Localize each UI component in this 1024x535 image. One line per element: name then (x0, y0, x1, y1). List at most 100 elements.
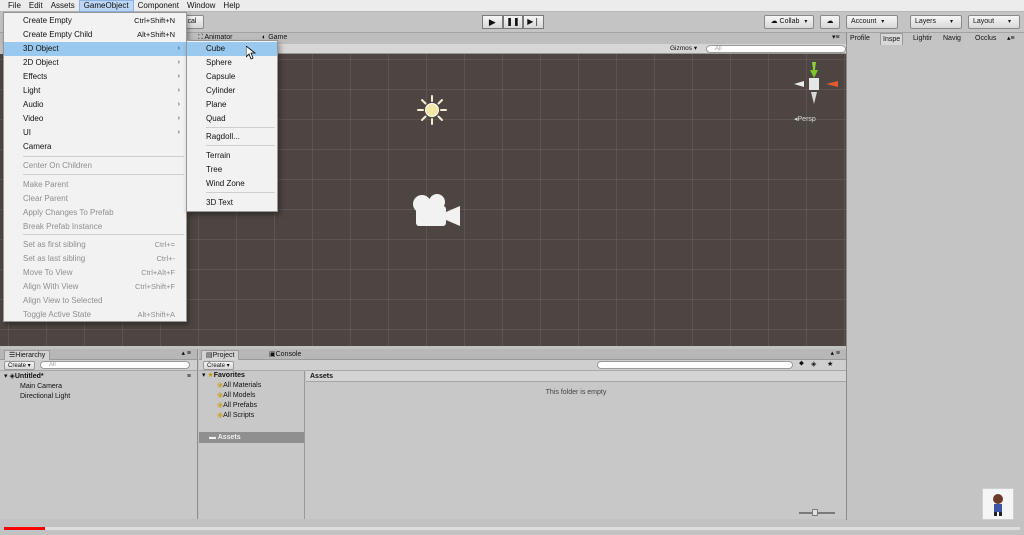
project-search-input[interactable] (597, 361, 793, 369)
play-button[interactable]: ▶ (482, 15, 503, 29)
menu-item-clear-parent[interactable]: Clear Parent (4, 192, 186, 206)
panel-lock-icon[interactable]: ▴≡ (1007, 33, 1015, 44)
filter-by-label-icon[interactable]: ◈ (811, 360, 816, 368)
tab-navigation[interactable]: Navig (943, 33, 961, 44)
menu-item-center-on-children[interactable]: Center On Children (4, 159, 186, 173)
camera-gizmo-icon[interactable] (408, 192, 462, 232)
favorites-header[interactable]: ▾ ★Favorites (199, 371, 304, 381)
menu-item-plane[interactable]: Plane (187, 98, 277, 112)
menu-item-effects[interactable]: Effects › (4, 70, 186, 84)
filter-by-type-icon[interactable]: ⬥ (799, 360, 804, 368)
menu-item-audio[interactable]: Audio › (4, 98, 186, 112)
account-label: Account (851, 18, 877, 25)
tab-inspector[interactable]: Inspe (880, 33, 904, 45)
layout-dropdown[interactable]: Layout ▾ (968, 15, 1020, 29)
menu-item-cube[interactable]: Cube (187, 42, 277, 56)
menu-item-align-view-to-selected[interactable]: Align View to Selected (4, 294, 186, 308)
menu-item-capsule[interactable]: Capsule (187, 70, 277, 84)
menu-window[interactable]: Window (183, 0, 219, 12)
menu-item-create-empty[interactable]: Create Empty Ctrl+Shift+N (4, 14, 186, 28)
menu-edit[interactable]: Edit (25, 0, 47, 12)
panel-lock-icon[interactable]: ▴ ≡ (830, 349, 840, 357)
favorites-item[interactable]: ◉All Prefabs (199, 401, 304, 411)
menu-gameobject[interactable]: GameObject (78, 0, 134, 12)
menu-item-light[interactable]: Light › (4, 84, 186, 98)
channel-logo (982, 488, 1014, 520)
hierarchy-create-button[interactable]: Create ▾ (4, 361, 35, 370)
step-button[interactable]: ▶❘ (523, 15, 545, 29)
scene-search-input[interactable]: All (706, 45, 846, 53)
chevron-down-icon: ▾ (1008, 19, 1012, 25)
video-progress-track[interactable] (4, 527, 1020, 530)
menu-item-video[interactable]: Video › (4, 112, 186, 126)
layers-dropdown[interactable]: Layers ▾ (910, 15, 962, 29)
favorites-item[interactable]: ◉All Scripts (199, 411, 304, 421)
pause-button[interactable]: ❚❚ (502, 15, 524, 29)
hierarchy-search-input[interactable]: All (40, 361, 190, 369)
directional-light-icon[interactable] (416, 94, 448, 126)
menu-item-2d-object[interactable]: 2D Object › (4, 56, 186, 70)
menu-item-make-parent[interactable]: Make Parent (4, 178, 186, 192)
favorites-item-label: All Scripts (223, 412, 255, 419)
menu-item-3d-text[interactable]: 3D Text (187, 196, 277, 210)
icon-size-slider-thumb[interactable] (812, 509, 818, 516)
mouse-cursor-icon (246, 46, 256, 60)
tab-occlusion[interactable]: Occlus (975, 33, 996, 44)
projection-label[interactable]: ◂Persp (794, 115, 816, 123)
menu-item-align-with-view[interactable]: Align With View Ctrl+Shift+F (4, 280, 186, 294)
menu-item-set-as-last-sibling[interactable]: Set as last sibling Ctrl+- (4, 252, 186, 266)
tab-lighting[interactable]: Lightir (913, 33, 932, 44)
panel-menu-icon[interactable]: ▾≡ (832, 33, 840, 41)
panel-lock-icon[interactable]: ▴ ≡ (181, 349, 191, 357)
menu-item-label: Create Empty Child (23, 30, 93, 39)
tab-hierarchy[interactable]: ☰Hierarchy (4, 350, 51, 360)
assets-breadcrumb[interactable]: Assets (306, 371, 846, 382)
menu-item-tree[interactable]: Tree (187, 163, 277, 177)
menu-file[interactable]: File (4, 0, 25, 12)
menu-item-quad[interactable]: Quad (187, 112, 277, 126)
tab-profiler[interactable]: Profile (850, 33, 870, 44)
menu-item-3d-object[interactable]: 3D Object › (4, 42, 186, 56)
menu-item-toggle-active-state[interactable]: Toggle Active State Alt+Shift+A (4, 308, 186, 322)
menu-help[interactable]: Help (219, 0, 243, 12)
menu-item-terrain[interactable]: Terrain (187, 149, 277, 163)
menu-item-camera[interactable]: Camera (4, 140, 186, 154)
favorites-item[interactable]: ◉All Models (199, 391, 304, 401)
scene-root-row[interactable]: ▾ ◈Untitled* ≡ (0, 371, 197, 382)
menu-assets[interactable]: Assets (47, 0, 79, 12)
menu-item-ragdoll[interactable]: Ragdoll... (187, 130, 277, 144)
collab-cloud-icon: ☁ (770, 18, 778, 25)
project-panel: ▤Project ▣Console ▴ ≡ Create ▾ ⬥ ◈ ★ ▾ ★… (199, 349, 846, 519)
menu-item-break-prefab-instance[interactable]: Break Prefab Instance (4, 220, 186, 234)
collapse-arrow-icon[interactable]: ▾ (4, 373, 8, 380)
menu-item-move-to-view[interactable]: Move To View Ctrl+Alt+F (4, 266, 186, 280)
project-create-button[interactable]: Create ▾ (203, 361, 234, 370)
menu-item-set-as-first-sibling[interactable]: Set as first sibling Ctrl+= (4, 238, 186, 252)
collab-button[interactable]: ☁ Collab ▾ (764, 15, 814, 29)
menu-bar: File Edit Assets GameObject Component Wi… (0, 0, 1024, 12)
hierarchy-item[interactable]: Directional Light (0, 392, 197, 402)
tab-project[interactable]: ▤Project (201, 350, 240, 360)
favorites-item[interactable]: ◉All Materials (199, 381, 304, 391)
project-tabbar: ▤Project ▣Console ▴ ≡ (199, 349, 846, 360)
favorite-star-icon[interactable]: ★ (827, 360, 833, 368)
menu-item-apply-changes-to-prefab[interactable]: Apply Changes To Prefab (4, 206, 186, 220)
favorites-item-label: All Models (223, 392, 256, 399)
menu-item-wind-zone[interactable]: Wind Zone (187, 177, 277, 191)
scene-orientation-gizmo[interactable] (790, 60, 842, 112)
menu-item-ui[interactable]: UI › (4, 126, 186, 140)
gizmos-label: Gizmos (670, 45, 693, 52)
tab-console[interactable]: ▣Console (265, 350, 305, 360)
menu-item-sphere[interactable]: Sphere (187, 56, 277, 70)
menu-component[interactable]: Component (134, 0, 183, 12)
account-dropdown[interactable]: Account ▾ (846, 15, 898, 29)
menu-item-create-empty-child[interactable]: Create Empty Child Alt+Shift+N (4, 28, 186, 42)
scene-options-icon[interactable]: ≡ (187, 371, 191, 382)
services-cloud-button[interactable]: ☁ (820, 15, 840, 29)
hierarchy-item[interactable]: Main Camera (0, 382, 197, 392)
create-label: Create (207, 363, 226, 369)
menu-item-cylinder[interactable]: Cylinder (187, 84, 277, 98)
assets-folder-row[interactable]: ▬ Assets (199, 432, 304, 443)
character-avatar-icon (993, 494, 1003, 516)
gizmos-dropdown[interactable]: Gizmos ▾ (670, 44, 697, 54)
